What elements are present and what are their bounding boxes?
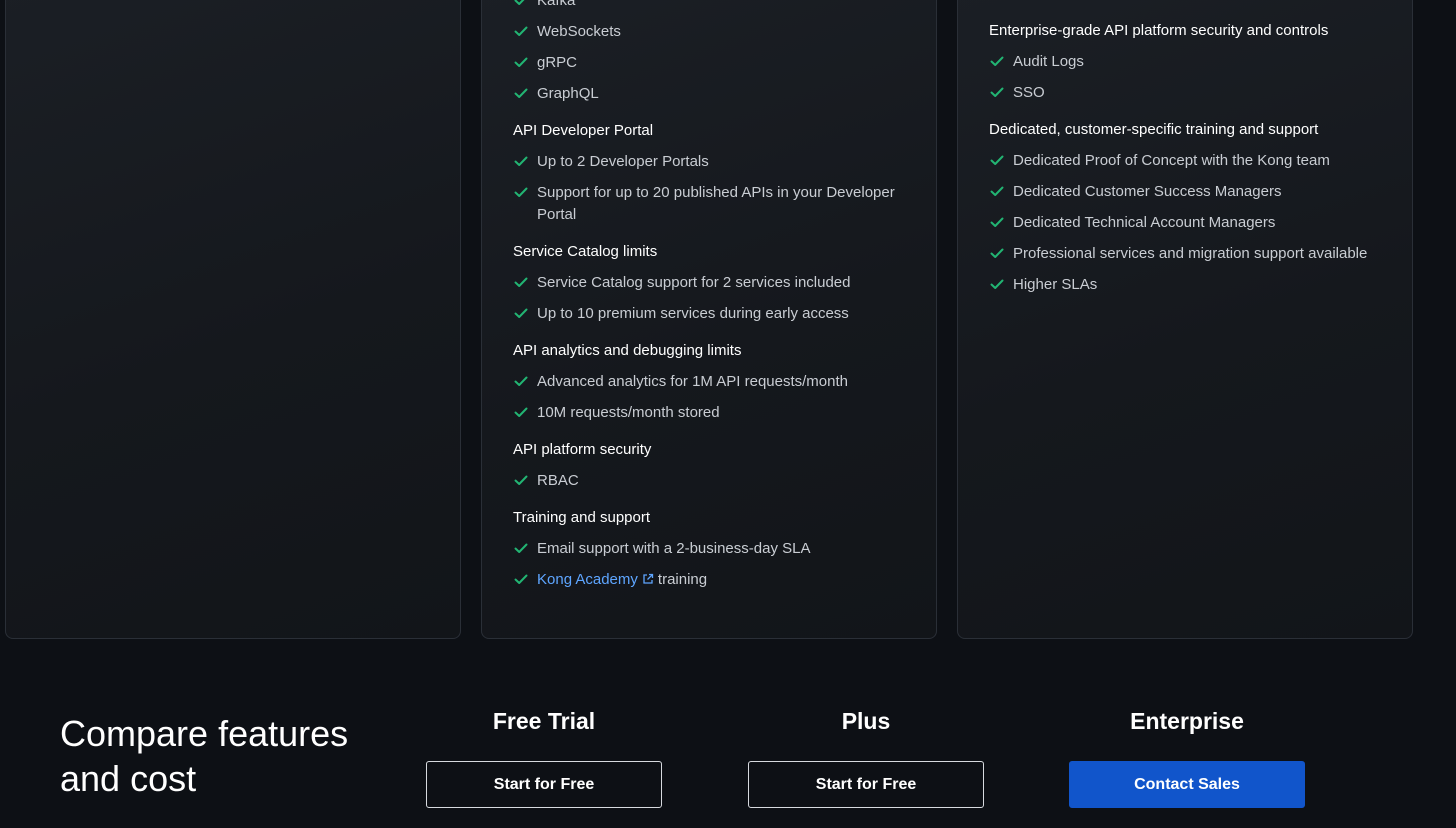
group-title-dedicated-support: Dedicated, customer-specific training an… [989, 121, 1319, 138]
compare-heading-line1: Compare features [60, 713, 349, 754]
feature-text: Kafka [537, 0, 576, 9]
feature-text: WebSockets [537, 23, 621, 40]
check-icon [514, 156, 528, 166]
plan-free-trial: Free Trial Start for Free [426, 705, 662, 808]
check-icon [514, 308, 528, 318]
feature-text: Dedicated Customer Success Managers [1013, 183, 1282, 200]
feature-text: Service Catalog support for 2 services i… [537, 274, 851, 291]
check-icon [990, 56, 1004, 66]
group-title-training: Training and support [513, 509, 651, 526]
check-icon [990, 248, 1004, 258]
check-icon [990, 87, 1004, 97]
check-icon [514, 0, 525, 5]
feature-text: training [657, 571, 708, 588]
plus-feature-list: Kafka WebSockets gRPC GraphQL API Develo… [513, 0, 912, 591]
feature-text: Up to 2 Developer Portals [537, 153, 709, 170]
check-icon [514, 543, 528, 553]
check-icon [514, 187, 528, 197]
feature-item: WebSockets [513, 21, 912, 43]
feature-item: gRPC [513, 52, 912, 74]
feature-text: GraphQL [537, 85, 599, 102]
feature-item: Kafka [513, 0, 912, 12]
feature-item: GraphQL [513, 83, 912, 105]
plan-name: Plus [841, 708, 891, 734]
feature-item: Dedicated Customer Success Managers [989, 181, 1388, 203]
group-title-service-catalog: Service Catalog limits [513, 243, 658, 260]
free-trial-card [5, 0, 461, 639]
feature-text: Dedicated Technical Account Managers [1013, 214, 1276, 231]
check-icon [990, 279, 1004, 289]
feature-text: Email support with a 2-business-day SLA [537, 540, 811, 557]
check-icon [514, 88, 528, 98]
check-icon [514, 57, 528, 67]
contact-sales-button[interactable]: Contact Sales [1069, 761, 1305, 808]
feature-item: Advanced analytics for 1M API requests/m… [513, 371, 912, 393]
feature-text: Support for up to 20 published APIs in y… [537, 184, 895, 223]
feature-text: Dedicated Proof of Concept with the Kong… [1013, 152, 1330, 169]
feature-item: Dedicated Technical Account Managers [989, 212, 1388, 234]
check-icon [990, 155, 1004, 165]
feature-item: Audit Logs [989, 51, 1388, 73]
feature-text: RBAC [537, 472, 579, 489]
plan-name: Enterprise [1130, 708, 1244, 734]
compare-heading: Compare features and cost [60, 711, 348, 801]
feature-text: Up to 10 premium services during early a… [537, 305, 849, 322]
feature-item: Dedicated Proof of Concept with the Kong… [989, 150, 1388, 172]
feature-text: SSO [1013, 84, 1045, 101]
feature-text: Professional services and migration supp… [1013, 245, 1368, 262]
enterprise-card: Enterprise-grade API platform security a… [957, 0, 1413, 639]
compare-heading-line2: and cost [60, 758, 197, 799]
plus-card: Kafka WebSockets gRPC GraphQL API Develo… [481, 0, 937, 639]
enterprise-feature-list: Enterprise-grade API platform security a… [989, 21, 1388, 296]
start-free-trial-button[interactable]: Start for Free [426, 761, 662, 808]
feature-item: 10M requests/month stored [513, 402, 912, 424]
feature-text: Advanced analytics for 1M API requests/m… [537, 373, 848, 390]
plan-name: Free Trial [492, 708, 596, 734]
check-icon [514, 26, 528, 36]
feature-item: Email support with a 2-business-day SLA [513, 538, 912, 560]
group-title-developer-portal: API Developer Portal [513, 122, 654, 139]
start-plus-button[interactable]: Start for Free [748, 761, 984, 808]
feature-text: Audit Logs [1013, 53, 1084, 70]
plan-enterprise: Enterprise Contact Sales [1069, 705, 1305, 808]
group-title-enterprise-security: Enterprise-grade API platform security a… [989, 22, 1329, 39]
feature-item: Kong Academy training [513, 569, 912, 591]
group-title-analytics: API analytics and debugging limits [513, 342, 742, 359]
group-title-security: API platform security [513, 441, 652, 458]
feature-item: Service Catalog support for 2 services i… [513, 272, 912, 294]
check-icon [514, 376, 528, 386]
feature-item: Professional services and migration supp… [989, 243, 1388, 265]
feature-text: gRPC [537, 54, 578, 71]
feature-item: Higher SLAs [989, 274, 1388, 296]
check-icon [514, 574, 528, 584]
feature-item: Up to 2 Developer Portals [513, 151, 912, 173]
feature-item: Up to 10 premium services during early a… [513, 303, 912, 325]
plan-plus: Plus Start for Free [748, 705, 984, 808]
external-link-icon [643, 573, 654, 584]
check-icon [514, 277, 528, 287]
feature-text: Higher SLAs [1013, 276, 1098, 293]
pricing-page: Kafka WebSockets gRPC GraphQL API Develo… [0, 0, 1456, 828]
check-icon [990, 217, 1004, 227]
check-icon [990, 186, 1004, 196]
feature-item: Support for up to 20 published APIs in y… [513, 182, 912, 226]
feature-text: 10M requests/month stored [537, 404, 720, 421]
check-icon [514, 475, 528, 485]
feature-item: RBAC [513, 470, 912, 492]
check-icon [514, 407, 528, 417]
kong-academy-link[interactable]: Kong Academy [537, 571, 638, 588]
feature-item: SSO [989, 82, 1388, 104]
